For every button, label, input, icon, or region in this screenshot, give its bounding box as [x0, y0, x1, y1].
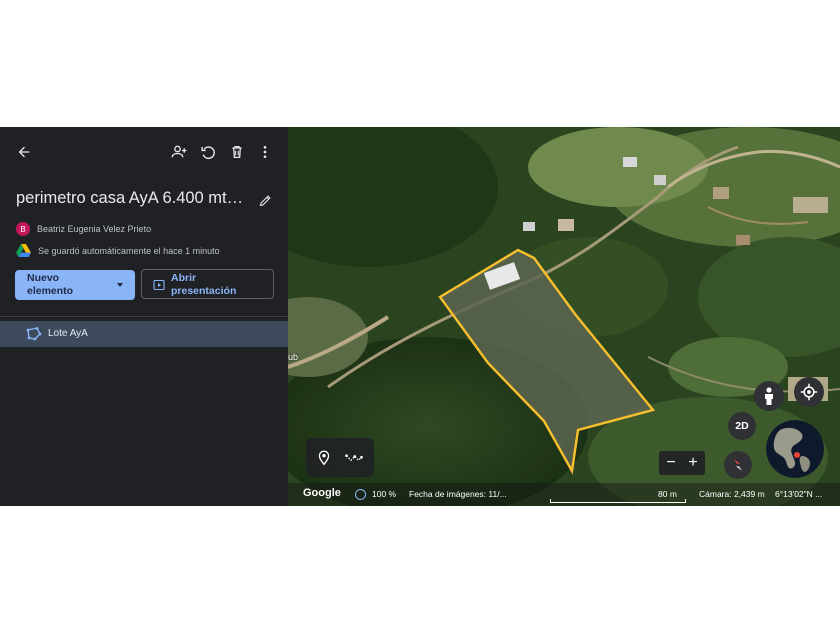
- path-icon: [345, 454, 363, 462]
- map-label: ub: [288, 352, 299, 362]
- globe-icon: [766, 420, 824, 478]
- presentation-icon: [153, 279, 165, 291]
- add-person-icon: [171, 145, 187, 158]
- open-presentation-label-1: Abrir: [171, 272, 197, 284]
- my-location-button[interactable]: [794, 377, 824, 407]
- crosshair-icon: [800, 383, 818, 401]
- street-view-button[interactable]: [754, 381, 784, 411]
- history-button[interactable]: [196, 140, 220, 164]
- trash-icon: [232, 146, 242, 158]
- coordinates: 6°13'02"N ...: [775, 489, 823, 499]
- compass-icon: [733, 459, 743, 471]
- scale-bar: [550, 499, 686, 503]
- google-drive-icon: [16, 244, 31, 257]
- polygon-icon: [26, 327, 42, 341]
- delete-button[interactable]: [225, 140, 249, 164]
- avatar: B: [16, 222, 30, 236]
- pegman-icon: [765, 387, 773, 405]
- layer-label: Lote AyA: [48, 328, 88, 339]
- scale-label: 80 m: [658, 489, 677, 499]
- zoom-in-button[interactable]: +: [682, 451, 704, 475]
- divider: [0, 316, 288, 317]
- open-presentation-label-2: presentación: [171, 285, 237, 297]
- earth-app: perimetro casa AyA 6.400 mts ... B Beatr…: [0, 127, 840, 506]
- more-options-button[interactable]: [253, 140, 277, 164]
- owner-row: B Beatriz Eugenia Velez Prieto: [16, 222, 151, 236]
- opacity-icon[interactable]: [355, 489, 366, 500]
- save-status: Se guardó automáticamente el hace 1 minu…: [38, 245, 220, 256]
- status-bar: Google 100 % Fecha de imágenes: 11/... 8…: [288, 483, 840, 506]
- globe-overview[interactable]: [766, 420, 824, 478]
- zoom-out-button[interactable]: −: [660, 451, 682, 475]
- history-icon: [200, 145, 215, 159]
- compass-button[interactable]: [724, 451, 752, 479]
- add-placemark-button[interactable]: [313, 447, 335, 469]
- zoom-controls: − +: [659, 451, 705, 475]
- project-panel: perimetro casa AyA 6.400 mts ... B Beatr…: [0, 127, 288, 506]
- imagery-date[interactable]: Fecha de imágenes: 11/...: [409, 489, 507, 499]
- draw-path-button[interactable]: [343, 447, 365, 469]
- open-presentation-button[interactable]: Abrir presentación: [141, 269, 274, 299]
- project-title[interactable]: perimetro casa AyA 6.400 mts ...: [16, 189, 248, 208]
- camera-altitude: Cámara: 2,439 m: [699, 489, 765, 499]
- more-vert-icon: [263, 146, 267, 158]
- owner-name: Beatriz Eugenia Velez Prieto: [37, 224, 152, 234]
- google-logo: Google: [303, 487, 341, 499]
- arrow-left-icon: [18, 146, 30, 158]
- share-button[interactable]: [167, 140, 191, 164]
- satellite-map[interactable]: ub 2D − + Google 100 % Fecha de imágenes…: [288, 127, 840, 506]
- dropdown-caret-icon: [117, 283, 123, 287]
- pencil-icon: [259, 194, 271, 206]
- toggle-2d-button[interactable]: 2D: [728, 412, 756, 440]
- save-status-row: Se guardó automáticamente el hace 1 minu…: [16, 244, 220, 257]
- opacity-value: 100 %: [372, 489, 397, 499]
- location-pin-icon: [318, 450, 330, 466]
- new-element-button[interactable]: Nuevo elemento: [15, 270, 135, 300]
- layer-item-lote-aya[interactable]: Lote AyA: [0, 321, 288, 347]
- drawing-tools: [306, 438, 374, 477]
- edit-title-button[interactable]: [253, 188, 277, 212]
- back-button[interactable]: [12, 140, 36, 164]
